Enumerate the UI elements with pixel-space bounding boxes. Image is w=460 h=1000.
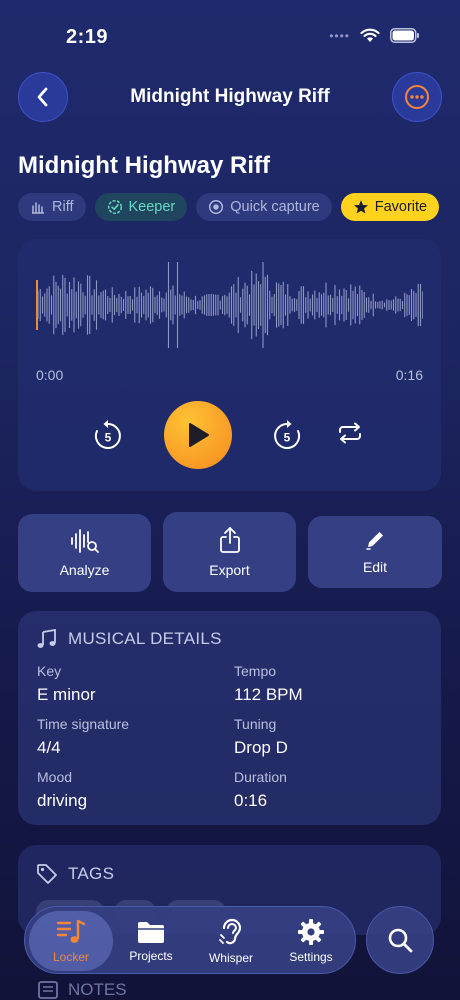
tab-whisper[interactable]: Whisper xyxy=(189,911,273,971)
folder-icon xyxy=(138,922,164,943)
detail-label: Key xyxy=(37,663,62,679)
recording-title: Midnight Highway Riff xyxy=(18,152,270,179)
tab-settings-label: Settings xyxy=(289,950,333,964)
chip-riff[interactable]: Riff xyxy=(18,193,86,221)
check-badge-icon xyxy=(107,199,122,215)
export-button[interactable]: Export xyxy=(163,512,296,592)
notes-title: NOTES xyxy=(68,980,127,999)
loop-icon[interactable] xyxy=(336,421,364,445)
export-label: Export xyxy=(209,562,250,578)
analyze-button[interactable]: Analyze xyxy=(18,514,151,592)
star-icon xyxy=(353,200,368,214)
tags-header: TAGS xyxy=(36,863,114,885)
play-button[interactable] xyxy=(164,401,232,469)
music-list-icon xyxy=(56,919,86,943)
detail-value: E minor xyxy=(37,685,96,704)
detail-value: 112 BPM xyxy=(234,685,303,704)
tab-projects[interactable]: Projects xyxy=(109,911,193,971)
wifi-icon xyxy=(360,28,380,42)
chip-row: Riff Keeper Quick capture Favorite xyxy=(18,193,440,221)
svg-text:5: 5 xyxy=(284,431,291,445)
status-time: 2:19 xyxy=(66,26,109,48)
ear-icon xyxy=(219,918,242,945)
chip-quick-capture-label: Quick capture xyxy=(230,199,320,215)
tab-projects-label: Projects xyxy=(129,949,173,963)
signal-icon: •••• xyxy=(329,28,350,43)
detail-duration: Duration 0:16 xyxy=(234,769,287,811)
record-icon xyxy=(209,199,224,215)
more-options-button[interactable] xyxy=(392,72,442,122)
chip-favorite[interactable]: Favorite xyxy=(340,193,440,221)
detail-tempo: Tempo 112 BPM xyxy=(234,663,303,705)
detail-value: driving xyxy=(37,791,88,810)
analyze-waveform-icon xyxy=(70,529,99,553)
tab-bar: Locker Projects Whisper Settings xyxy=(24,906,356,974)
playback-controls: 5 5 xyxy=(18,401,441,471)
chip-keeper[interactable]: Keeper xyxy=(94,193,188,221)
pencil-icon xyxy=(366,532,383,550)
detail-label: Duration xyxy=(234,769,287,785)
detail-value: 0:16 xyxy=(234,791,268,810)
music-notes-icon xyxy=(37,629,56,648)
detail-label: Tempo xyxy=(234,663,277,679)
chip-keeper-label: Keeper xyxy=(128,199,176,215)
musical-details-title: MUSICAL DETAILS xyxy=(68,629,222,648)
tags-title: TAGS xyxy=(68,864,115,883)
detail-key: Key E minor xyxy=(37,663,96,705)
chip-riff-label: Riff xyxy=(52,199,74,215)
musical-details-header: MUSICAL DETAILS xyxy=(36,629,222,649)
nav-bar: Midnight Highway Riff xyxy=(0,72,460,122)
current-time: 0:00 xyxy=(36,367,64,383)
detail-tuning: Tuning Drop D xyxy=(234,716,288,758)
play-icon xyxy=(189,423,209,447)
detail-label: Time signature xyxy=(37,716,130,732)
tab-whisper-label: Whisper xyxy=(208,951,253,965)
tab-locker-label: Locker xyxy=(52,950,90,964)
detail-label: Tuning xyxy=(234,716,277,732)
edit-label: Edit xyxy=(362,559,388,575)
detail-value: Drop D xyxy=(234,738,288,757)
tag-icon xyxy=(37,864,57,884)
search-icon xyxy=(388,928,413,953)
search-button[interactable] xyxy=(366,906,434,974)
share-icon xyxy=(219,527,240,553)
detail-value: 4/4 xyxy=(37,738,61,757)
svg-text:5: 5 xyxy=(105,431,112,445)
detail-label: Mood xyxy=(37,769,73,785)
detail-time-signature: Time signature 4/4 xyxy=(37,716,129,758)
player-card: 0:00 0:16 5 5 xyxy=(18,239,441,491)
analyze-label: Analyze xyxy=(59,562,110,578)
musical-details-card: MUSICAL DETAILS Key E minor Tempo 112 BP… xyxy=(18,611,441,825)
guitar-icon xyxy=(32,202,44,214)
detail-mood: Mood driving xyxy=(37,769,87,811)
total-time: 0:16 xyxy=(395,367,423,383)
status-bar: 2:19 •••• xyxy=(0,0,460,70)
tab-settings[interactable]: Settings xyxy=(269,911,353,971)
action-row: Analyze Export Edit xyxy=(18,512,442,594)
notes-section: NOTES xyxy=(38,980,127,1000)
tab-locker[interactable]: Locker xyxy=(29,911,113,971)
chip-quick-capture[interactable]: Quick capture xyxy=(196,193,332,221)
nav-title: Midnight Highway Riff xyxy=(130,86,330,107)
notes-icon xyxy=(38,981,58,999)
skip-forward-5-icon[interactable]: 5 xyxy=(272,419,302,451)
skip-back-5-icon[interactable]: 5 xyxy=(93,419,123,451)
waveform-scrubber[interactable] xyxy=(36,261,423,349)
status-icons: •••• xyxy=(329,28,420,43)
chip-favorite-label: Favorite xyxy=(374,199,428,215)
battery-icon xyxy=(390,28,419,43)
gear-icon xyxy=(298,919,324,945)
edit-button[interactable]: Edit xyxy=(308,516,442,588)
ellipsis-circle-icon xyxy=(405,85,429,109)
